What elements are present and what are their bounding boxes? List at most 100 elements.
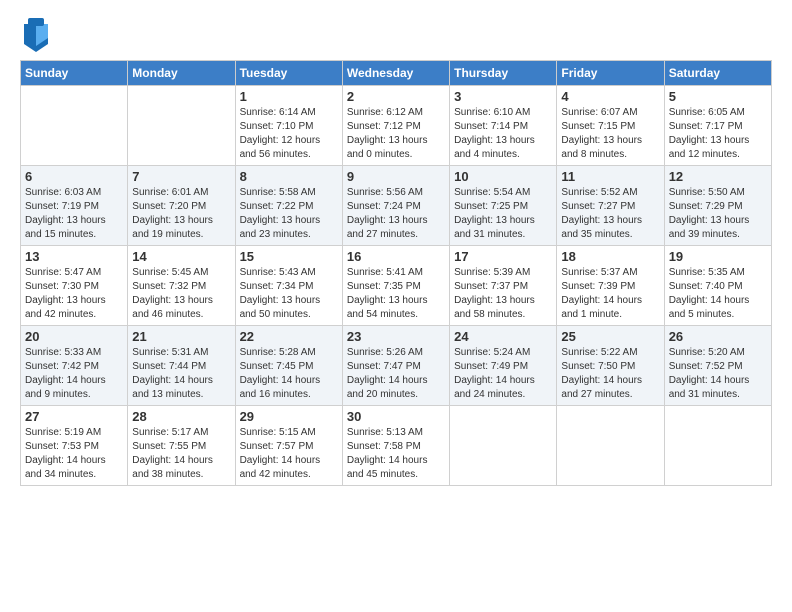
day-info: Sunrise: 5:43 AM Sunset: 7:34 PM Dayligh… bbox=[240, 266, 338, 322]
calendar-cell: 29 Sunrise: 5:15 AM Sunset: 7:57 PM Dayli… bbox=[235, 406, 342, 486]
day-info: Sunrise: 5:50 AM Sunset: 7:29 PM Dayligh… bbox=[669, 186, 767, 242]
logo-icon bbox=[20, 16, 52, 52]
day-info: Sunrise: 5:28 AM Sunset: 7:45 PM Dayligh… bbox=[240, 346, 338, 402]
calendar-cell: 26Sunrise: 5:20 AM Sunset: 7:52 PM Dayli… bbox=[664, 326, 771, 406]
calendar-cell: 17 Sunrise: 5:39 AM Sunset: 7:37 PM Dayli… bbox=[450, 246, 557, 326]
day-number: 16 bbox=[347, 249, 445, 264]
day-info: Sunrise: 5:54 AM Sunset: 7:25 PM Dayligh… bbox=[454, 186, 552, 242]
day-info: Sunrise: 5:45 AM Sunset: 7:32 PM Dayligh… bbox=[132, 266, 230, 322]
logo bbox=[20, 16, 54, 52]
calendar-cell: 22 Sunrise: 5:28 AM Sunset: 7:45 PM Dayli… bbox=[235, 326, 342, 406]
calendar-cell: 24 Sunrise: 5:24 AM Sunset: 7:49 PM Dayli… bbox=[450, 326, 557, 406]
calendar-cell bbox=[557, 406, 664, 486]
calendar-cell: 15 Sunrise: 5:43 AM Sunset: 7:34 PM Dayli… bbox=[235, 246, 342, 326]
weekday-header-wednesday: Wednesday bbox=[342, 61, 449, 86]
day-number: 22 bbox=[240, 329, 338, 344]
day-number: 23 bbox=[347, 329, 445, 344]
weekday-header-thursday: Thursday bbox=[450, 61, 557, 86]
weekday-header-monday: Monday bbox=[128, 61, 235, 86]
day-number: 9 bbox=[347, 169, 445, 184]
day-number: 8 bbox=[240, 169, 338, 184]
day-info: Sunrise: 5:13 AM Sunset: 7:58 PM Dayligh… bbox=[347, 426, 445, 482]
day-info: Sunrise: 5:41 AM Sunset: 7:35 PM Dayligh… bbox=[347, 266, 445, 322]
day-info: Sunrise: 5:52 AM Sunset: 7:27 PM Dayligh… bbox=[561, 186, 659, 242]
weekday-header-saturday: Saturday bbox=[664, 61, 771, 86]
weekday-header-tuesday: Tuesday bbox=[235, 61, 342, 86]
calendar-cell bbox=[450, 406, 557, 486]
day-number: 20 bbox=[25, 329, 123, 344]
calendar-week-4: 20 Sunrise: 5:33 AM Sunset: 7:42 PM Dayli… bbox=[21, 326, 772, 406]
day-info: Sunrise: 5:58 AM Sunset: 7:22 PM Dayligh… bbox=[240, 186, 338, 242]
calendar-cell: 30 Sunrise: 5:13 AM Sunset: 7:58 PM Dayli… bbox=[342, 406, 449, 486]
day-number: 14 bbox=[132, 249, 230, 264]
calendar-cell: 10 Sunrise: 5:54 AM Sunset: 7:25 PM Dayli… bbox=[450, 166, 557, 246]
day-info: Sunrise: 5:15 AM Sunset: 7:57 PM Dayligh… bbox=[240, 426, 338, 482]
day-number: 13 bbox=[25, 249, 123, 264]
day-info: Sunrise: 6:03 AM Sunset: 7:19 PM Dayligh… bbox=[25, 186, 123, 242]
day-info: Sunrise: 6:07 AM Sunset: 7:15 PM Dayligh… bbox=[561, 106, 659, 162]
calendar-cell: 23 Sunrise: 5:26 AM Sunset: 7:47 PM Dayli… bbox=[342, 326, 449, 406]
calendar-cell: 14 Sunrise: 5:45 AM Sunset: 7:32 PM Dayli… bbox=[128, 246, 235, 326]
calendar-cell: 13 Sunrise: 5:47 AM Sunset: 7:30 PM Dayli… bbox=[21, 246, 128, 326]
day-info: Sunrise: 5:47 AM Sunset: 7:30 PM Dayligh… bbox=[25, 266, 123, 322]
day-number: 18 bbox=[561, 249, 659, 264]
day-info: Sunrise: 5:24 AM Sunset: 7:49 PM Dayligh… bbox=[454, 346, 552, 402]
calendar-cell bbox=[21, 86, 128, 166]
day-info: Sunrise: 5:22 AM Sunset: 7:50 PM Dayligh… bbox=[561, 346, 659, 402]
day-number: 19 bbox=[669, 249, 767, 264]
day-info: Sunrise: 5:33 AM Sunset: 7:42 PM Dayligh… bbox=[25, 346, 123, 402]
day-number: 30 bbox=[347, 409, 445, 424]
calendar-week-5: 27Sunrise: 5:19 AM Sunset: 7:53 PM Dayli… bbox=[21, 406, 772, 486]
calendar-cell bbox=[664, 406, 771, 486]
day-number: 5 bbox=[669, 89, 767, 104]
calendar-cell: 5 Sunrise: 6:05 AM Sunset: 7:17 PM Daylig… bbox=[664, 86, 771, 166]
day-number: 10 bbox=[454, 169, 552, 184]
day-number: 28 bbox=[132, 409, 230, 424]
calendar-cell: 8 Sunrise: 5:58 AM Sunset: 7:22 PM Daylig… bbox=[235, 166, 342, 246]
day-info: Sunrise: 5:31 AM Sunset: 7:44 PM Dayligh… bbox=[132, 346, 230, 402]
day-number: 29 bbox=[240, 409, 338, 424]
day-number: 12 bbox=[669, 169, 767, 184]
day-info: Sunrise: 5:56 AM Sunset: 7:24 PM Dayligh… bbox=[347, 186, 445, 242]
calendar-week-2: 6 Sunrise: 6:03 AM Sunset: 7:19 PM Daylig… bbox=[21, 166, 772, 246]
calendar-cell: 27Sunrise: 5:19 AM Sunset: 7:53 PM Dayli… bbox=[21, 406, 128, 486]
weekday-header-friday: Friday bbox=[557, 61, 664, 86]
day-number: 25 bbox=[561, 329, 659, 344]
day-number: 24 bbox=[454, 329, 552, 344]
day-number: 2 bbox=[347, 89, 445, 104]
day-number: 7 bbox=[132, 169, 230, 184]
day-number: 17 bbox=[454, 249, 552, 264]
calendar-cell: 11 Sunrise: 5:52 AM Sunset: 7:27 PM Dayli… bbox=[557, 166, 664, 246]
day-info: Sunrise: 5:39 AM Sunset: 7:37 PM Dayligh… bbox=[454, 266, 552, 322]
day-number: 11 bbox=[561, 169, 659, 184]
calendar-cell: 9 Sunrise: 5:56 AM Sunset: 7:24 PM Daylig… bbox=[342, 166, 449, 246]
weekday-header-row: SundayMondayTuesdayWednesdayThursdayFrid… bbox=[21, 61, 772, 86]
calendar-table: SundayMondayTuesdayWednesdayThursdayFrid… bbox=[20, 60, 772, 486]
day-info: Sunrise: 6:12 AM Sunset: 7:12 PM Dayligh… bbox=[347, 106, 445, 162]
day-number: 1 bbox=[240, 89, 338, 104]
day-number: 15 bbox=[240, 249, 338, 264]
calendar-cell: 7Sunrise: 6:01 AM Sunset: 7:20 PM Daylig… bbox=[128, 166, 235, 246]
calendar-cell: 20 Sunrise: 5:33 AM Sunset: 7:42 PM Dayli… bbox=[21, 326, 128, 406]
day-info: Sunrise: 6:10 AM Sunset: 7:14 PM Dayligh… bbox=[454, 106, 552, 162]
day-info: Sunrise: 6:14 AM Sunset: 7:10 PM Dayligh… bbox=[240, 106, 338, 162]
day-number: 26 bbox=[669, 329, 767, 344]
day-info: Sunrise: 5:26 AM Sunset: 7:47 PM Dayligh… bbox=[347, 346, 445, 402]
day-info: Sunrise: 5:35 AM Sunset: 7:40 PM Dayligh… bbox=[669, 266, 767, 322]
day-info: Sunrise: 6:05 AM Sunset: 7:17 PM Dayligh… bbox=[669, 106, 767, 162]
day-number: 3 bbox=[454, 89, 552, 104]
day-info: Sunrise: 5:19 AM Sunset: 7:53 PM Dayligh… bbox=[25, 426, 123, 482]
header bbox=[20, 16, 772, 52]
day-number: 6 bbox=[25, 169, 123, 184]
calendar-cell bbox=[128, 86, 235, 166]
page: SundayMondayTuesdayWednesdayThursdayFrid… bbox=[0, 0, 792, 612]
day-number: 4 bbox=[561, 89, 659, 104]
day-number: 21 bbox=[132, 329, 230, 344]
weekday-header-sunday: Sunday bbox=[21, 61, 128, 86]
calendar-week-3: 13 Sunrise: 5:47 AM Sunset: 7:30 PM Dayli… bbox=[21, 246, 772, 326]
calendar-cell: 12 Sunrise: 5:50 AM Sunset: 7:29 PM Dayli… bbox=[664, 166, 771, 246]
calendar-cell: 28Sunrise: 5:17 AM Sunset: 7:55 PM Dayli… bbox=[128, 406, 235, 486]
calendar-cell: 3 Sunrise: 6:10 AM Sunset: 7:14 PM Daylig… bbox=[450, 86, 557, 166]
calendar-cell: 18Sunrise: 5:37 AM Sunset: 7:39 PM Dayli… bbox=[557, 246, 664, 326]
calendar-cell: 16 Sunrise: 5:41 AM Sunset: 7:35 PM Dayli… bbox=[342, 246, 449, 326]
